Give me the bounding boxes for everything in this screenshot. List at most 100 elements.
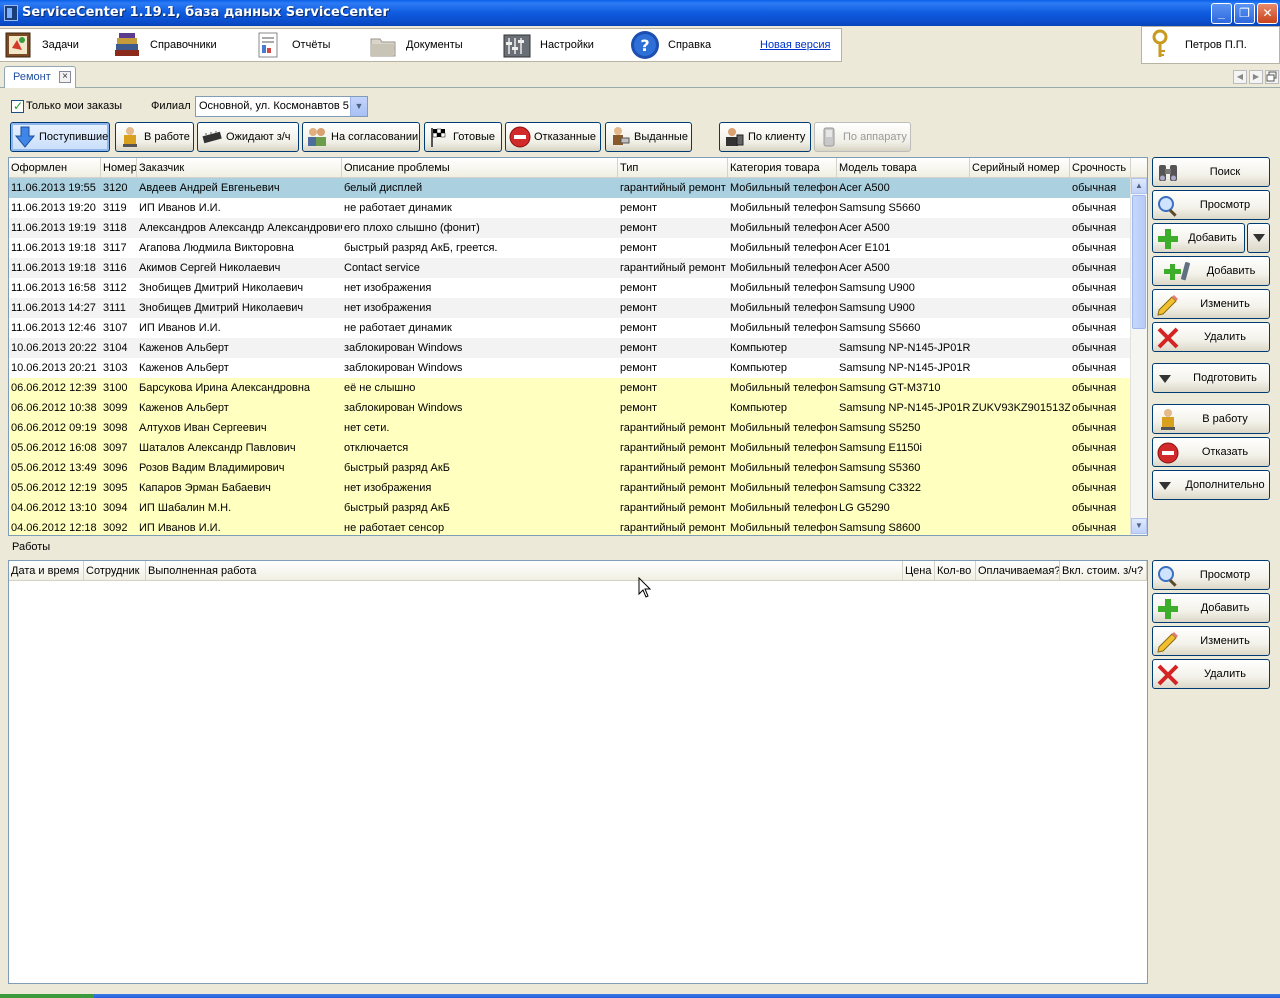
add-work-button[interactable]: Добавить [1152, 593, 1270, 623]
table-row[interactable]: 10.06.2013 20:22 3104 Каженов Альберт забло… [9, 338, 1131, 358]
scroll-up-icon[interactable]: ▲ [1131, 178, 1147, 194]
col-include-parts[interactable]: Вкл. стоим. з/ч? [1060, 561, 1147, 581]
col-work-done[interactable]: Выполненная работа [146, 561, 903, 581]
by-device-button[interactable]: По аппарату [814, 122, 911, 152]
menu-tasks[interactable]: Задачи [4, 29, 79, 61]
tab-prev-icon[interactable]: ◀ [1233, 70, 1247, 84]
table-row[interactable]: 06.06.2012 10:38 3099 Каженов Альберт забло… [9, 398, 1131, 418]
col-paid[interactable]: Оплачиваемая? [976, 561, 1060, 581]
menu-documents[interactable]: Документы [368, 29, 463, 61]
table-cell: Samsung S8600 [839, 522, 921, 534]
client-icon [726, 128, 744, 146]
table-row[interactable]: 11.06.2013 19:18 3117 Агапова Людмила Викт… [9, 238, 1131, 258]
search-button[interactable]: Поиск [1152, 157, 1270, 187]
table-row[interactable]: 11.06.2013 12:46 3107 ИП Иванов И.И. не раб… [9, 318, 1131, 338]
status-in-work-button[interactable]: В работе [115, 122, 194, 152]
table-cell: не работает динамик [344, 202, 452, 214]
table-row[interactable]: 05.06.2012 16:08 3097 Шаталов Александр Па… [9, 438, 1131, 458]
table-row[interactable]: 11.06.2013 19:19 3118 Александров Александ… [9, 218, 1131, 238]
menu-settings[interactable]: Настройки [502, 29, 594, 61]
to-work-button[interactable]: В работу [1152, 404, 1270, 434]
orders-scrollbar[interactable]: ▲ ▼ [1130, 178, 1147, 535]
user-panel[interactable]: Петров П.П. [1141, 26, 1280, 64]
status-incoming-button[interactable]: Поступившие [10, 122, 110, 152]
col-problem[interactable]: Описание проблемы [342, 158, 618, 178]
menu-help[interactable]: ? Справка [630, 29, 711, 61]
additional-button[interactable]: Дополнительно [1152, 470, 1270, 500]
tab-next-icon[interactable]: ▶ [1249, 70, 1263, 84]
maximize-button[interactable]: ❐ [1234, 3, 1255, 24]
scroll-down-icon[interactable]: ▼ [1131, 518, 1147, 534]
table-row[interactable]: 06.06.2012 09:19 3098 Алтухов Иван Сергеев… [9, 418, 1131, 438]
branch-select[interactable]: Основной, ул. Космонавтов 5 ▼ [195, 96, 368, 117]
delete-order-button[interactable]: Удалить [1152, 322, 1270, 352]
tab-restore-icon[interactable] [1265, 70, 1279, 84]
table-cell: Знобищев Дмитрий Николаевич [139, 302, 304, 314]
col-serial[interactable]: Серийный номер [970, 158, 1070, 178]
tab-repair[interactable]: Ремонт × [4, 66, 76, 88]
view-order-button[interactable]: Просмотр [1152, 190, 1270, 220]
col-category[interactable]: Категория товара [728, 158, 837, 178]
table-cell: Мобильный телефон [730, 322, 837, 334]
new-version-link[interactable]: Новая версия [760, 39, 830, 51]
table-cell: Знобищев Дмитрий Николаевич [139, 282, 304, 294]
col-price[interactable]: Цена [903, 561, 935, 581]
add-device-button[interactable]: Добавить [1152, 256, 1270, 286]
view-work-button[interactable]: Просмотр [1152, 560, 1270, 590]
add-order-dropdown[interactable] [1247, 223, 1270, 253]
close-button[interactable]: ✕ [1257, 3, 1278, 24]
table-cell: 11.06.2013 16:58 [11, 282, 96, 294]
by-client-button[interactable]: По клиенту [719, 122, 811, 152]
table-row[interactable]: 10.06.2013 20:21 3103 Каженов Альберт забло… [9, 358, 1131, 378]
table-row[interactable]: 06.06.2012 12:39 3100 Барсукова Ирина Алек… [9, 378, 1131, 398]
col-created[interactable]: Оформлен [9, 158, 101, 178]
menu-reports[interactable]: Отчёты [254, 29, 330, 61]
delete-work-button[interactable]: Удалить [1152, 659, 1270, 689]
table-cell: обычная [1072, 482, 1117, 494]
table-cell: 3100 [103, 382, 128, 394]
refuse-button[interactable]: Отказать [1152, 437, 1270, 467]
col-number[interactable]: Номер [101, 158, 137, 178]
plus-icon [1158, 229, 1178, 249]
table-row[interactable]: 11.06.2013 16:58 3112 Знобищев Дмитрий Ник… [9, 278, 1131, 298]
col-employee[interactable]: Сотрудник [84, 561, 146, 581]
table-row[interactable]: 11.06.2013 14:27 3111 Знобищев Дмитрий Ник… [9, 298, 1131, 318]
table-row[interactable]: 11.06.2013 19:55 3120 Авдеев Андрей Евгень… [9, 178, 1131, 198]
start-button[interactable] [0, 994, 94, 998]
table-cell: гарантийный ремонт [620, 482, 726, 494]
table-row[interactable]: 04.06.2012 12:18 3092 ИП Иванов И.И. не раб… [9, 518, 1131, 535]
table-cell: 11.06.2013 12:46 [11, 322, 96, 334]
col-customer[interactable]: Заказчик [137, 158, 342, 178]
table-cell: заблокирован Windows [344, 362, 463, 374]
scroll-thumb[interactable] [1132, 195, 1146, 329]
prepare-button[interactable]: Подготовить [1152, 363, 1270, 393]
table-cell: Мобильный телефон [730, 242, 837, 254]
table-row[interactable]: 11.06.2013 19:20 3119 ИП Иванов И.И. не раб… [9, 198, 1131, 218]
col-urgency[interactable]: Срочность [1070, 158, 1131, 178]
minimize-button[interactable]: _ [1211, 3, 1232, 24]
status-refused-button[interactable]: Отказанные [505, 122, 601, 152]
table-row[interactable]: 05.06.2012 13:49 3096 Розов Вадим Владимир… [9, 458, 1131, 478]
status-waiting-parts-button[interactable]: Ожидают з/ч [197, 122, 299, 152]
col-model[interactable]: Модель товара [837, 158, 970, 178]
col-quantity[interactable]: Кол-во [935, 561, 976, 581]
edit-order-button[interactable]: Изменить [1152, 289, 1270, 319]
col-type[interactable]: Тип [618, 158, 728, 178]
status-approval-button[interactable]: На согласовании [302, 122, 420, 152]
table-cell: LG G5290 [839, 502, 890, 514]
status-issued-button[interactable]: Выданные [605, 122, 692, 152]
table-cell: её не слышно [344, 382, 416, 394]
edit-work-button[interactable]: Изменить [1152, 626, 1270, 656]
only-mine-checkbox[interactable] [11, 99, 24, 113]
menu-references[interactable]: Справочники [112, 29, 217, 61]
tab-close-icon[interactable]: × [59, 71, 71, 83]
col-work-datetime[interactable]: Дата и время [9, 561, 84, 581]
add-order-button[interactable]: Добавить [1152, 223, 1245, 253]
table-cell: 11.06.2013 14:27 [11, 302, 96, 314]
table-row[interactable]: 11.06.2013 19:18 3116 Акимов Сергей Никола… [9, 258, 1131, 278]
app-icon [4, 5, 18, 21]
dropdown-triangle-icon [1159, 482, 1171, 490]
table-row[interactable]: 05.06.2012 12:19 3095 Капаров Эрман Бабаев… [9, 478, 1131, 498]
status-ready-button[interactable]: Готовые [424, 122, 502, 152]
table-row[interactable]: 04.06.2012 13:10 3094 ИП Шабалин М.Н. быстр… [9, 498, 1131, 518]
